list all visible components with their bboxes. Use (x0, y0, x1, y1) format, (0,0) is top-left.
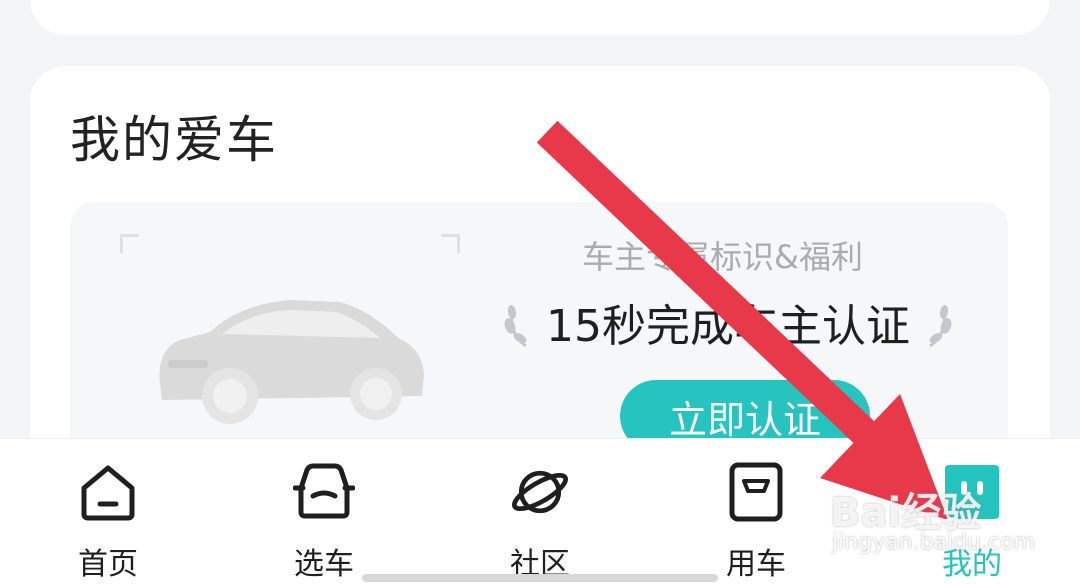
watermark-url: jingyan.baidu.com (832, 530, 1036, 555)
home-indicator (362, 574, 718, 582)
laurel-right-icon (929, 305, 952, 348)
tab-label: 首页 (78, 547, 138, 582)
promo-subtitle: 车主专属标识&福利 (582, 238, 863, 276)
promo-main-text: 15秒完成车主认证 (546, 301, 910, 352)
tab-home[interactable]: 首页 (18, 439, 198, 585)
tab-car-use[interactable]: 用车 (666, 439, 846, 585)
top-card (30, 0, 1050, 35)
tab-community[interactable]: 社区 (450, 439, 630, 585)
planet-icon (509, 461, 571, 523)
tab-label: 用车 (726, 547, 786, 582)
home-icon (77, 461, 139, 523)
tab-label: 选车 (294, 547, 354, 582)
car-select-icon (293, 461, 355, 523)
car-placeholder-icon (159, 300, 424, 424)
laurel-left-icon (504, 305, 527, 348)
tab-car-select[interactable]: 选车 (234, 439, 414, 585)
car-image-frame (120, 234, 460, 464)
car-use-icon (725, 461, 787, 523)
section-title: 我的爱车 (70, 111, 278, 169)
